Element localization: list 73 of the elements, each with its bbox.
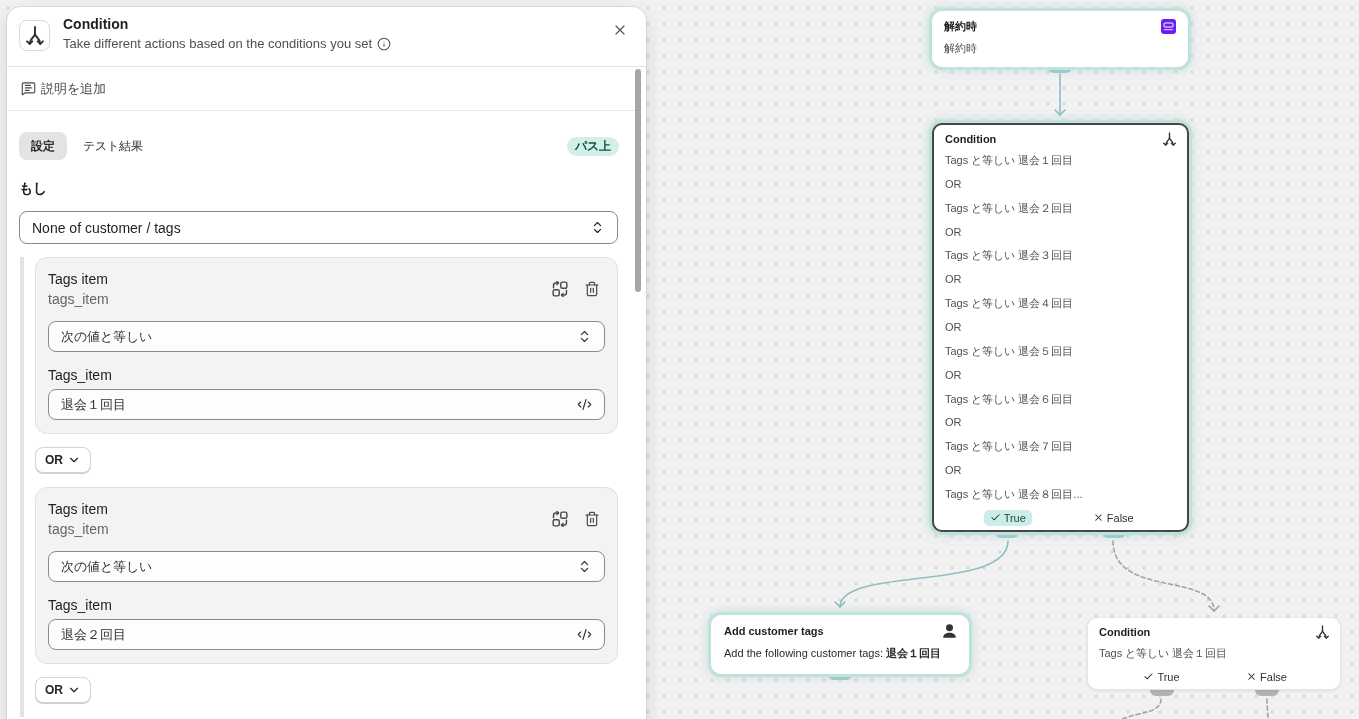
x-icon — [1092, 512, 1104, 524]
condition-line: Tags と等しい 退会７回目 — [945, 439, 1075, 455]
condition-title: Tags item — [48, 500, 109, 519]
message-icon — [21, 81, 36, 96]
code-icon[interactable] — [577, 397, 592, 412]
select-field[interactable]: 次の値と等しい — [48, 321, 605, 352]
section-label: もし — [19, 180, 48, 197]
connection-handle[interactable] — [1149, 689, 1174, 696]
branch-label: True — [983, 509, 1032, 526]
or-dropdown-button[interactable]: OR — [35, 447, 91, 473]
node-title: Add customer tags — [724, 624, 824, 639]
condition-line: Tags と等しい 退会２回目 — [945, 200, 1075, 216]
scrollbar-thumb[interactable] — [635, 69, 641, 292]
connection-handle[interactable] — [1048, 67, 1072, 73]
trash-icon[interactable] — [584, 281, 600, 297]
connection-handle[interactable] — [1254, 689, 1279, 696]
condition-title: Tags item — [48, 270, 109, 289]
condition-line: Tags と等しい 退会３回目 — [945, 248, 1075, 264]
node-text: Add the following customer tags: 退会１回目 — [724, 646, 943, 661]
condition-line: OR — [945, 415, 963, 431]
branch-label: True — [1137, 668, 1186, 685]
condition-line: OR — [945, 320, 963, 335]
person-icon — [943, 624, 956, 638]
condition-line: Tags と等しい 退会１回目 — [945, 153, 1075, 168]
input-field[interactable]: 退会１回目 — [48, 389, 605, 420]
condition-line: Tags と等しい 退会４回目 — [945, 296, 1075, 312]
select-field[interactable]: None of customer / tags — [19, 211, 618, 244]
app-icon — [1161, 18, 1176, 34]
node-title: 解約時 — [944, 19, 977, 34]
panel-subtitle: Take different actions based on the conditions you set — [63, 35, 373, 53]
condition-line: OR — [945, 463, 963, 479]
swap-icon[interactable] — [552, 511, 568, 527]
panel-title: Condition — [63, 15, 130, 33]
condition-line: Tags と等しい 退会５回目 — [945, 343, 1075, 359]
input-field[interactable]: 退会２回目 — [48, 619, 605, 650]
condition-line: Tags と等しい 退会１回目 — [1099, 646, 1229, 661]
split-arrows-icon — [19, 20, 50, 51]
condition-line: OR — [945, 224, 963, 240]
condition-line: Tags と等しい 退会８回目... — [945, 487, 1084, 503]
condition-line: OR — [945, 367, 963, 383]
trigger-node[interactable]: 解約時 解約時 — [932, 11, 1188, 67]
split-arrows-icon — [1316, 625, 1329, 639]
condition-key: tags_item — [48, 519, 109, 539]
swap-icon[interactable] — [552, 281, 568, 297]
code-icon[interactable] — [577, 627, 592, 642]
tab[interactable]: 設定 — [19, 132, 67, 160]
tab[interactable]: テスト結果 — [71, 132, 155, 160]
split-arrows-icon — [1163, 132, 1176, 146]
trash-icon[interactable] — [584, 511, 600, 527]
condition-line: Tags と等しい 退会６回目 — [945, 391, 1075, 407]
action-node[interactable]: Add customer tags Add the following customer tags: 退会１回目 — [711, 615, 969, 674]
field-label: Tags_item — [48, 596, 113, 615]
node-text: 解約時 — [944, 41, 978, 56]
field-label: Tags_item — [48, 366, 113, 385]
info-icon[interactable] — [377, 37, 392, 51]
condition-node[interactable]: Condition Tags と等しい 退会１回目 OR Tags と等しい 退会２回目 OR Tags と等しい 退会３回目 OR Tags と等しい 退会４回目 OR Tags と等しい 退会５回目 OR Tags と等しい 退会６回目 OR Tags と等しい 退会７回目 OR Tags と等しい 退会８回目... True False — [932, 123, 1189, 532]
status-badge: パス上 — [567, 136, 619, 156]
branch-label: False — [1240, 668, 1293, 685]
condition-key: tags_item — [48, 289, 109, 309]
node-title: Condition — [945, 132, 997, 147]
connector-line — [1121, 698, 1162, 719]
condition-line: OR — [945, 272, 963, 288]
node-title: Condition — [1099, 625, 1151, 640]
connector-arrow — [1054, 73, 1066, 116]
connection-handle[interactable] — [828, 674, 852, 680]
connector-line — [1266, 698, 1269, 719]
or-dropdown-button[interactable]: OR — [35, 677, 91, 703]
condition-line: OR — [945, 176, 963, 192]
condition-node[interactable]: Condition Tags と等しい 退会１回目 True False — [1087, 617, 1341, 690]
branch-label: False — [1086, 509, 1140, 526]
x-icon — [1246, 671, 1258, 683]
add-description-button[interactable]: 説明を追加 — [7, 67, 646, 110]
select-field[interactable]: 次の値と等しい — [48, 551, 605, 582]
